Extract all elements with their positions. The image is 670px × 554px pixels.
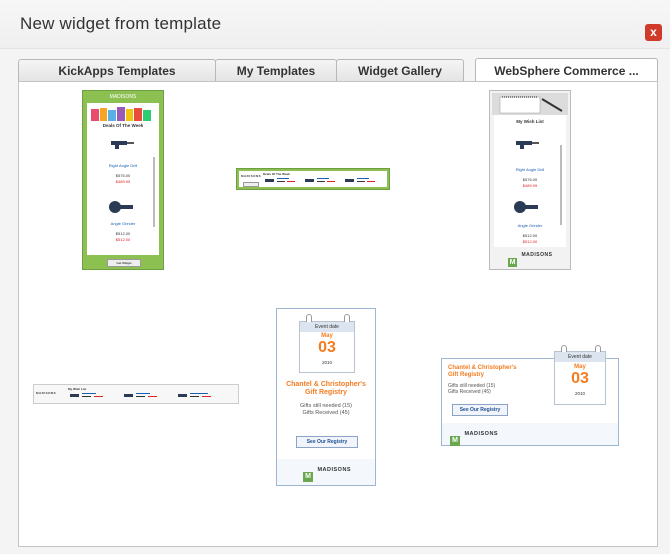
product-price: $576.00 <box>522 177 538 182</box>
calendar-card: Event date May 03 2010 <box>554 345 606 405</box>
template-body: MADISONS Deals Of The Week <box>239 171 387 187</box>
get-widget-button: Get Widget <box>107 259 141 267</box>
template-brand: MADISONS <box>241 174 262 178</box>
tab-my-templates[interactable]: My Templates <box>215 59 337 81</box>
registry-title: Chantel & Christopher's <box>448 365 517 371</box>
product-name: Right Angle Drill <box>515 167 545 172</box>
registry-title: Chantel & Christopher's <box>286 381 366 388</box>
brand-name: MADISONS <box>521 252 553 258</box>
gifts-needed: Gifts still needed (15) <box>300 403 352 409</box>
see-registry-button: See Our Registry <box>296 436 358 448</box>
template-body: Deals Of The Week Right Angle Drill $576… <box>87 103 159 255</box>
product-price: $576.00 <box>115 173 131 178</box>
product-name: Angle Grinder <box>517 223 543 228</box>
registry-title: Gift Registry <box>304 389 347 396</box>
template-body: My Wish List Right Angle Drill $576.00 $… <box>494 115 566 247</box>
wishlist-heading: My Wish List <box>516 119 544 124</box>
brand-logo: M MADISONS <box>508 251 558 267</box>
event-date-label: Event date <box>555 352 605 362</box>
template-wishlist-horizontal[interactable]: MADISONS My Wish List <box>33 384 239 404</box>
template-brand: MADISONS <box>36 391 57 395</box>
event-date-label: Event date <box>300 322 354 332</box>
brand-name: MADISONS <box>317 467 352 473</box>
product-name: Right Angle Drill <box>108 163 138 168</box>
product-sale-price: $512.00 <box>522 239 538 244</box>
get-widget-button <box>243 182 259 187</box>
drill-icon <box>111 141 134 149</box>
scrollbar <box>153 157 155 227</box>
gifts-received: Gifts Received (45) <box>302 410 350 416</box>
tab-kickapps-templates[interactable]: KickApps Templates <box>18 59 216 81</box>
event-year: 2010 <box>321 360 332 365</box>
dialog-title: New widget from template <box>20 14 222 33</box>
tab-widget-gallery[interactable]: Widget Gallery <box>336 59 464 81</box>
template-registry-vertical[interactable]: Event date May 03 2010 Chantel & Christo… <box>276 308 376 486</box>
template-deals-horizontal[interactable]: MADISONS Deals Of The Week <box>236 168 390 190</box>
madisons-logo-icon: M <box>450 436 460 446</box>
deals-heading: Deals Of The Week <box>102 123 144 128</box>
grinder-icon <box>514 201 538 213</box>
product-sale-price: $489.99 <box>522 183 538 188</box>
brand-name: MADISONS <box>464 431 499 437</box>
templates-panel: MADISONS Deals Of The Week Right Angle D… <box>18 81 658 547</box>
gifts-received: Gifts Received (45) <box>448 389 491 395</box>
new-widget-dialog: New widget from template x KickApps Temp… <box>0 0 670 554</box>
template-brand: MADISONS <box>109 94 137 100</box>
shopping-bags-icon <box>91 107 151 121</box>
product-sale-price: $489.99 <box>115 179 131 184</box>
product-strip <box>70 393 211 397</box>
tab-websphere-commerce[interactable]: WebSphere Commerce ... <box>475 58 658 83</box>
madisons-logo-icon: M <box>508 258 517 267</box>
madisons-logo-icon: M <box>303 472 313 482</box>
registry-title: Gift Registry <box>448 372 485 378</box>
see-registry-button: See Our Registry <box>452 404 508 416</box>
product-strip <box>265 178 375 182</box>
product-name: Angle Grinder <box>110 221 136 226</box>
product-price: $512.00 <box>522 233 538 238</box>
event-day: 03 <box>571 370 589 387</box>
brand-logo: M MADISONS <box>303 465 353 482</box>
product-sale-price: $512.00 <box>115 237 131 242</box>
grinder-icon <box>109 201 133 213</box>
calendar-card: Event date May 03 2010 <box>299 314 355 373</box>
brand-logo: M MADISONS <box>450 429 520 446</box>
notebook-pen-icon <box>492 93 568 115</box>
template-wishlist-vertical[interactable]: My Wish List Right Angle Drill $576.00 $… <box>489 90 571 270</box>
event-year: 2010 <box>574 391 585 396</box>
drill-icon <box>516 141 539 149</box>
product-price: $512.00 <box>115 231 131 236</box>
template-deals-vertical[interactable]: MADISONS Deals Of The Week Right Angle D… <box>82 90 164 270</box>
scrollbar <box>560 145 562 225</box>
event-day: 03 <box>318 339 336 356</box>
dialog-titlebar: New widget from template x <box>0 0 670 49</box>
template-registry-horizontal[interactable]: Chantel & Christopher's Gift Registry Gi… <box>441 345 619 446</box>
close-icon[interactable]: x <box>645 24 662 41</box>
